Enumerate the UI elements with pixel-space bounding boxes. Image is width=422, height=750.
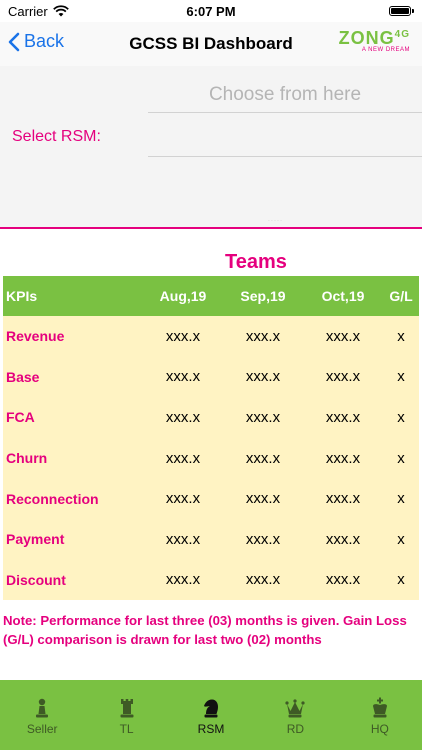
sep-value: xxx.x [245,449,281,467]
oct-value: xxx.x [325,368,361,386]
table-body: Revenue xxx.x xxx.x xxx.x x Base xxx.x x… [3,316,419,601]
tab-label: RD [286,722,305,736]
tab-tl[interactable]: TL [84,680,168,750]
table-row: Base xxx.x xxx.x xxx.x x [3,357,419,398]
status-bar: Carrier 6:07 PM [0,0,422,22]
sep-value: xxx.x [245,571,281,589]
tab-label: RSM [197,722,225,736]
header-oct: Oct,19 [321,288,365,304]
rsm-picker[interactable]: Choose from here [148,84,422,106]
sep-value: xxx.x [245,490,281,508]
header-sep: Sep,19 [240,288,286,304]
kpi-name: Discount [6,571,66,588]
zong-logo: ZONG4G A NEW DREAM [339,28,410,53]
section-divider [0,227,422,229]
tab-seller[interactable]: Seller [0,680,84,750]
aug-value: xxx.x [165,408,201,426]
table-header: KPIs Aug,19 Sep,19 Oct,19 G/L [3,276,419,316]
pawn-icon [36,698,49,718]
tab-rd[interactable]: RD [253,680,337,750]
table-row: Payment xxx.x xxx.x xxx.x x [3,519,419,560]
gl-value: x [397,327,405,345]
footnote: Note: Performance for last three (03) mo… [3,613,407,647]
picker-divider-top [148,112,422,113]
oct-value: xxx.x [325,449,361,467]
tab-label: HQ [370,722,389,736]
status-time: 6:07 PM [186,3,236,19]
logo-sup: 4G [394,29,410,40]
picker-divider-bottom [148,156,422,157]
table-row: Revenue xxx.x xxx.x xxx.x x [3,316,419,357]
gl-value: x [397,408,405,426]
select-rsm-label: Select RSM: [12,128,101,145]
table-row: Discount xxx.x xxx.x xxx.x x [3,560,419,601]
tab-bar: Seller TL RSM RD HQ [0,680,422,750]
sep-value: xxx.x [245,327,281,345]
aug-value: xxx.x [165,327,201,345]
queen-icon [285,699,306,718]
kpi-name: FCA [6,409,35,426]
oct-value: xxx.x [325,530,361,548]
sep-value: xxx.x [245,408,281,426]
kpi-name: Base [6,368,40,385]
aug-value: xxx.x [165,368,201,386]
header-aug: Aug,19 [159,288,207,304]
aug-value: xxx.x [165,490,201,508]
tab-label: TL [119,722,134,736]
aug-value: xxx.x [165,530,201,548]
header-gl: G/L [389,288,413,304]
table-row: Churn xxx.x xxx.x xxx.x x [3,438,419,479]
tab-hq[interactable]: HQ [338,680,422,750]
tab-rsm[interactable]: RSM [169,680,253,750]
header-kpis: KPIs [6,288,38,304]
kpi-name: Revenue [6,328,65,345]
knight-icon [204,699,219,718]
tab-label: Seller [26,722,58,736]
gl-value: x [397,490,405,508]
section-title: Teams [225,251,287,273]
rook-icon [120,699,134,718]
navigation-bar: Back GCSS BI Dashboard ZONG4G A NEW DREA… [0,22,422,67]
table-row: Reconnection xxx.x xxx.x xxx.x x [3,478,419,519]
oct-value: xxx.x [325,490,361,508]
oct-value: xxx.x [325,408,361,426]
picker-hint-text: - - - - - [268,218,282,224]
kpi-name: Reconnection [6,490,99,507]
gl-value: x [397,368,405,386]
king-icon [372,697,387,718]
sep-value: xxx.x [245,368,281,386]
kpi-name: Churn [6,450,48,467]
gl-value: x [397,530,405,548]
sep-value: xxx.x [245,530,281,548]
gl-value: x [397,449,405,467]
table-row: FCA xxx.x xxx.x xxx.x x [3,397,419,438]
logo-text: ZONG [338,28,395,48]
rsm-picker-area: Select RSM: Choose from here - - - - - [0,66,422,228]
oct-value: xxx.x [325,327,361,345]
kpi-name: Payment [6,531,65,548]
kpi-table: KPIs Aug,19 Sep,19 Oct,19 G/L Revenue xx… [3,276,419,601]
aug-value: xxx.x [165,571,201,589]
aug-value: xxx.x [165,449,201,467]
gl-value: x [397,571,405,589]
oct-value: xxx.x [325,571,361,589]
